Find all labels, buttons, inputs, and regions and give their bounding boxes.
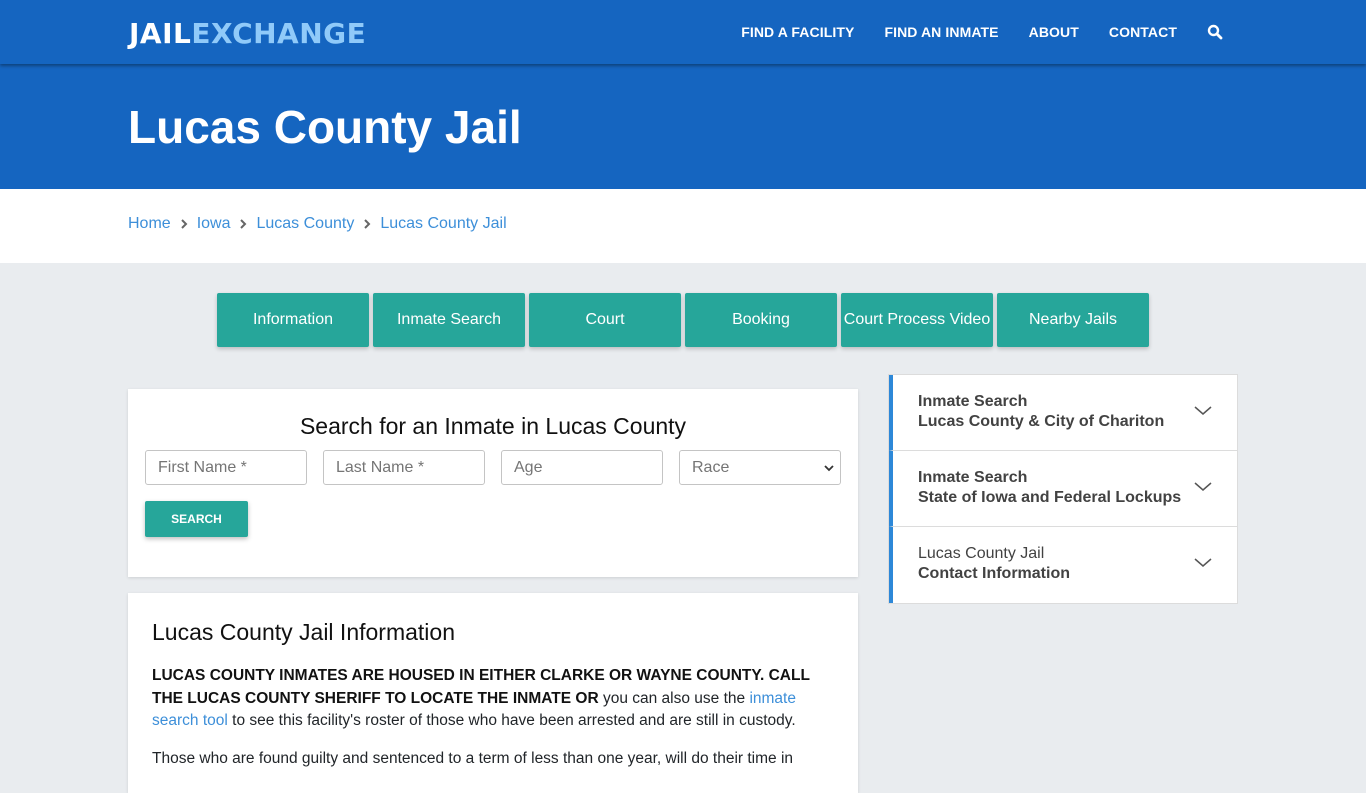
inmate-search-card: Search for an Inmate in Lucas County Rac… — [128, 389, 858, 577]
page-title: Lucas County Jail — [128, 101, 522, 153]
tab-court-process-video[interactable]: Court Process Video — [841, 293, 993, 347]
logo-part-jail: JAIL — [129, 17, 192, 50]
race-select-value: Race — [692, 458, 730, 476]
logo-part-exchange: EXCHANGE — [191, 17, 367, 50]
breadcrumb-bar: Home Iowa Lucas County Lucas County Jail — [0, 189, 1366, 263]
breadcrumb: Home Iowa Lucas County Lucas County Jail — [128, 215, 507, 233]
jail-information-card: Lucas County Jail Information LUCAS COUN… — [128, 593, 858, 793]
age-input[interactable] — [501, 450, 663, 485]
chevron-right-icon — [175, 215, 193, 233]
breadcrumb-lucas-county-jail[interactable]: Lucas County Jail — [380, 215, 506, 233]
tab-court[interactable]: Court — [529, 293, 681, 347]
last-name-input[interactable] — [323, 450, 485, 485]
search-icon[interactable] — [1207, 24, 1223, 40]
chevron-down-icon[interactable] — [1193, 479, 1213, 495]
tab-information[interactable]: Information — [217, 293, 369, 347]
tab-nearby-jails[interactable]: Nearby Jails — [997, 293, 1149, 347]
tab-booking[interactable]: Booking — [685, 293, 837, 347]
accordion-line1: Lucas County Jail — [918, 545, 1045, 562]
tab-inmate-search[interactable]: Inmate Search — [373, 293, 525, 347]
info-text: you can also use the — [598, 689, 750, 707]
section-tabs: Information Inmate Search Court Booking … — [217, 293, 1153, 347]
chevron-right-icon — [358, 215, 376, 233]
info-title: Lucas County Jail Information — [152, 619, 455, 645]
accordion-item-lucas-inmate-search[interactable]: Inmate Search Lucas County & City of Cha… — [889, 375, 1237, 451]
accordion-line2: State of Iowa and Federal Lockups — [918, 489, 1182, 506]
accordion-line1: Inmate Search — [918, 469, 1028, 486]
search-button[interactable]: SEARCH — [145, 501, 248, 537]
accordion-item-contact-information[interactable]: Lucas County Jail Contact Information — [889, 527, 1237, 603]
accordion-line2: Lucas County & City of Chariton — [918, 413, 1165, 430]
chevron-down-icon — [824, 459, 834, 477]
info-paragraph-2: Those who are found guilty and sentenced… — [152, 750, 794, 767]
site-logo[interactable]: JAILEXCHANGE — [129, 17, 366, 50]
nav-find-an-inmate[interactable]: FIND AN INMATE — [884, 24, 998, 40]
chevron-down-icon[interactable] — [1193, 403, 1213, 419]
race-select[interactable]: Race — [679, 450, 841, 485]
info-paragraph-1: LUCAS COUNTY INMATES ARE HOUSED IN EITHE… — [152, 665, 842, 733]
accordion-line1: Inmate Search — [918, 393, 1028, 410]
nav-contact[interactable]: CONTACT — [1109, 24, 1177, 40]
main-nav: FIND A FACILITY FIND AN INMATE ABOUT CON… — [711, 0, 1223, 64]
sidebar-accordion: Inmate Search Lucas County & City of Cha… — [888, 374, 1238, 604]
breadcrumb-home[interactable]: Home — [128, 215, 171, 233]
hero-banner: Lucas County Jail — [0, 64, 1366, 189]
accordion-line2: Contact Information — [918, 565, 1070, 582]
first-name-input[interactable] — [145, 450, 307, 485]
breadcrumb-iowa[interactable]: Iowa — [197, 215, 231, 233]
top-navbar: JAILEXCHANGE FIND A FACILITY FIND AN INM… — [0, 0, 1366, 64]
nav-find-a-facility[interactable]: FIND A FACILITY — [741, 24, 854, 40]
chevron-down-icon[interactable] — [1193, 555, 1213, 571]
nav-about[interactable]: ABOUT — [1029, 24, 1079, 40]
search-card-title: Search for an Inmate in Lucas County — [299, 413, 687, 439]
chevron-right-icon — [234, 215, 252, 233]
info-text: to see this facility's roster of those w… — [227, 712, 796, 729]
accordion-item-state-inmate-search[interactable]: Inmate Search State of Iowa and Federal … — [889, 451, 1237, 527]
breadcrumb-lucas-county[interactable]: Lucas County — [256, 215, 354, 233]
